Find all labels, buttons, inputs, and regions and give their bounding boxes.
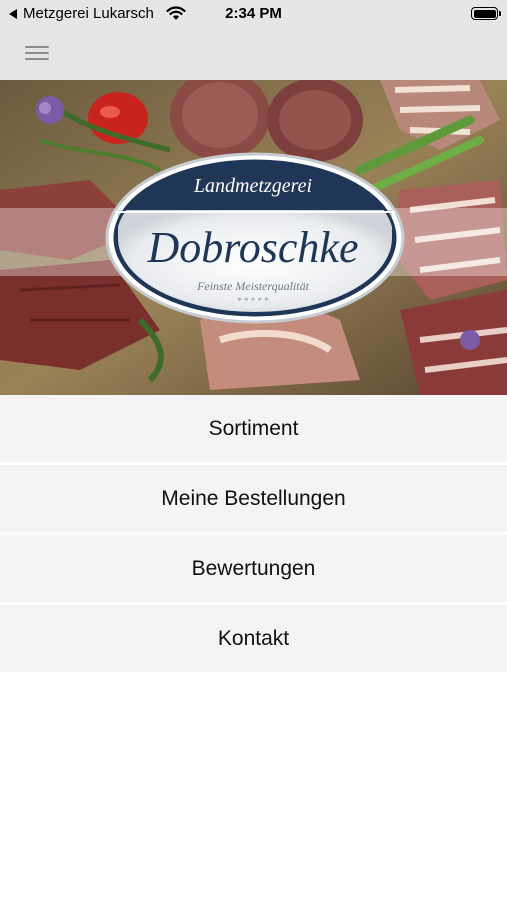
logo-top-text: Landmetzgerei (193, 175, 312, 197)
hamburger-menu-button[interactable] (22, 40, 52, 66)
menu-item-meine-bestellungen[interactable]: Meine Bestellungen (0, 465, 507, 532)
header-banner: Landmetzgerei Dobroschke Feinste Meister… (0, 80, 507, 395)
banner-image: Landmetzgerei Dobroschke Feinste Meister… (0, 80, 507, 395)
navigation-bar (0, 28, 507, 80)
main-menu: Sortiment Meine Bestellungen Bewertungen… (0, 395, 507, 675)
status-time: 2:34 PM (225, 5, 282, 22)
logo-name: Dobroschke (147, 223, 359, 272)
battery-icon (471, 7, 501, 20)
logo-tagline: Feinste Meisterqualität (196, 279, 310, 293)
menu-item-bewertungen[interactable]: Bewertungen (0, 535, 507, 602)
logo-stars: * * * * * (237, 296, 269, 306)
status-bar: Metzgerei Lukarsch 2:34 PM (0, 0, 507, 28)
menu-item-sortiment[interactable]: Sortiment (0, 395, 507, 462)
menu-item-kontakt[interactable]: Kontakt (0, 605, 507, 672)
